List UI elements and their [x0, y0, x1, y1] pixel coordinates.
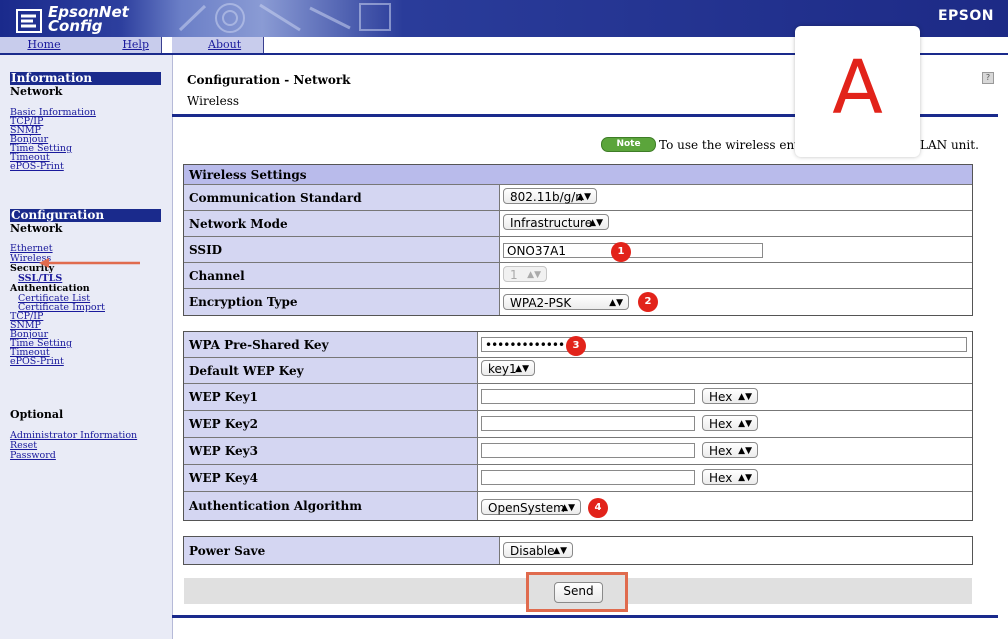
annotation-marker-4: 4: [588, 498, 608, 518]
select-arrows-icon: ▲▼: [527, 270, 541, 280]
wep-key3-format-select[interactable]: Hex ▲▼: [702, 442, 758, 458]
wep-key4-format-select[interactable]: Hex ▲▼: [702, 469, 758, 485]
wpa-psk-input[interactable]: •••••••••••••: [481, 337, 967, 352]
label-default-wep: Default WEP Key: [184, 358, 478, 383]
help-icon[interactable]: ?: [982, 72, 994, 84]
overlay-letter: A: [832, 45, 883, 131]
encryption-type-select[interactable]: WPA2-PSK ▲▼: [503, 294, 629, 310]
note-text-tail: LAN unit.: [920, 138, 979, 152]
select-arrows-icon: ▲▼: [515, 364, 529, 374]
network-mode-select[interactable]: Infrastructure ▲▼: [503, 214, 609, 230]
logo-icon: [16, 9, 42, 33]
label-wep-key3: WEP Key3: [184, 438, 478, 464]
label-auth-algorithm: Authentication Algorithm: [184, 492, 478, 520]
app-name-line2: Config: [48, 17, 103, 35]
sidebar-link-password[interactable]: Password: [10, 451, 56, 461]
label-network-mode: Network Mode: [184, 211, 500, 236]
label-wep-key2: WEP Key2: [184, 411, 478, 437]
wireless-settings-header: Wireless Settings: [184, 165, 972, 185]
select-arrows-icon: ▲▼: [589, 218, 603, 228]
label-wpa-psk: WPA Pre-Shared Key: [184, 332, 478, 357]
sidebar-link-config-epos-print[interactable]: ePOS-Print: [10, 357, 64, 367]
note-badge-label: Note: [616, 139, 641, 149]
wep-key1-format-select[interactable]: Hex ▲▼: [702, 388, 758, 404]
power-save-table: Power Save: [183, 536, 973, 565]
wep-key3-input[interactable]: [481, 443, 695, 458]
page-subtitle: Wireless: [187, 94, 240, 108]
label-power-save: Power Save: [184, 537, 500, 564]
select-arrows-icon: ▲▼: [553, 546, 567, 556]
nav-about-link[interactable]: About: [172, 37, 264, 53]
overlay-letter-card: A: [795, 26, 920, 157]
label-communication-standard: Communication Standard: [184, 185, 500, 210]
epson-brand: EPSON: [937, 8, 994, 24]
select-arrows-icon: ▲▼: [561, 503, 575, 513]
row-power-save: Power Save: [184, 537, 972, 564]
sidebar-heading-optional: Optional: [10, 408, 64, 421]
banner-decoration: [178, 3, 391, 33]
channel-select[interactable]: 1 ▲▼: [503, 266, 547, 282]
select-arrows-icon: ▲▼: [738, 419, 752, 429]
label-wep-key4: WEP Key4: [184, 465, 478, 491]
note-badge: Note: [601, 137, 656, 152]
label-encryption-type: Encryption Type: [184, 289, 500, 315]
select-arrows-icon: ▲▼: [738, 392, 752, 402]
nav-home-link[interactable]: Home: [0, 37, 89, 53]
send-button[interactable]: Send: [554, 582, 603, 603]
label-ssid: SSID: [184, 237, 500, 262]
ssid-input[interactable]: ONO37A1: [503, 243, 763, 258]
wep-key2-format-select[interactable]: Hex ▲▼: [702, 415, 758, 431]
annotation-marker-3: 3: [566, 336, 586, 356]
sidebar-sub-network-config: Network: [10, 222, 63, 235]
select-arrows-icon: ▲▼: [609, 298, 623, 308]
epsonnet-config-logo: EpsonNet Config: [10, 3, 160, 35]
wep-key1-input[interactable]: [481, 389, 695, 404]
wep-key4-input[interactable]: [481, 470, 695, 485]
nav-help-link[interactable]: Help: [88, 37, 162, 53]
wep-key2-input[interactable]: [481, 416, 695, 431]
power-save-select[interactable]: Disable ▲▼: [503, 542, 573, 558]
sidebar-heading-information: Information: [10, 72, 161, 85]
page-title: Configuration - Network: [187, 73, 351, 87]
auth-algorithm-select[interactable]: OpenSystem ▲▼: [481, 499, 581, 515]
wireless-pointer-arrow: [39, 258, 140, 268]
sidebar-sub-network: Network: [10, 85, 63, 98]
sidebar-heading-configuration: Configuration: [10, 209, 161, 222]
default-wep-select[interactable]: key1 ▲▼: [481, 360, 535, 376]
select-arrows-icon: ▲▼: [738, 446, 752, 456]
bottom-divider: [172, 615, 998, 618]
select-arrows-icon: ▲▼: [577, 192, 591, 202]
row-default-wep: Default WEP Key: [184, 358, 972, 384]
sidebar-link-epos-print[interactable]: ePOS-Print: [10, 162, 64, 172]
row-channel: Channel: [184, 263, 972, 289]
annotation-marker-2: 2: [638, 292, 658, 312]
label-wep-key1: WEP Key1: [184, 384, 478, 410]
annotation-marker-1: 1: [611, 242, 631, 262]
label-channel: Channel: [184, 263, 500, 288]
select-arrows-icon: ▲▼: [738, 473, 752, 483]
communication-standard-select[interactable]: 802.11b/g/n ▲▼: [503, 188, 597, 204]
